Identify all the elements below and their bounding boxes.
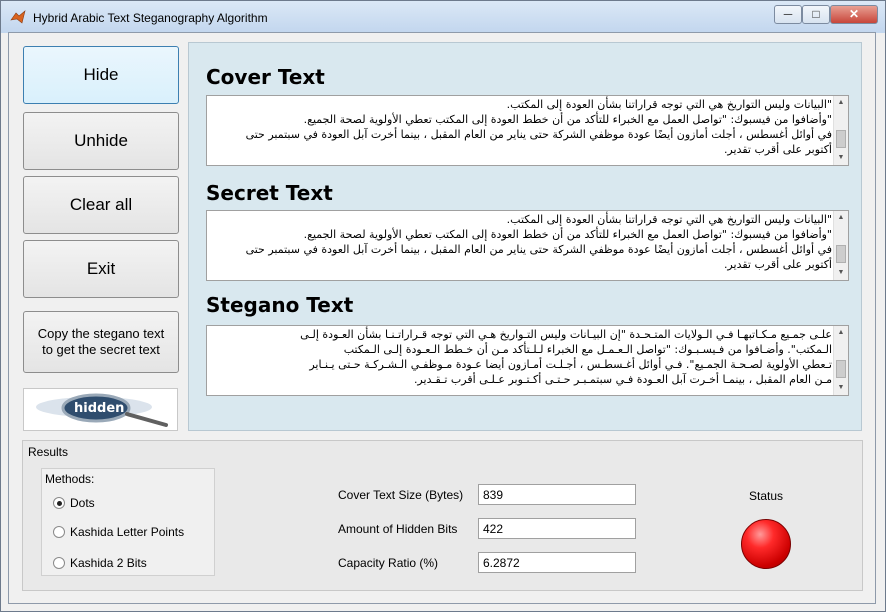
cover-line: في أوائل أغسطس ، أجلت أمازون أيضًا عودة …	[245, 128, 832, 141]
secret-text-title: Secret Text	[206, 181, 333, 205]
text-panel: Cover Text "البيانات وليس التواريخ هي ال…	[188, 42, 862, 431]
minimize-button[interactable]: ─	[774, 5, 802, 24]
scroll-up-arrow-icon[interactable]: ▲	[834, 96, 848, 110]
secret-line: أكتوبر على أقرب تقدير.	[723, 258, 832, 271]
method-kashida-2-bits-option[interactable]: Kashida 2 Bits	[53, 555, 147, 571]
cover-text-title: Cover Text	[206, 65, 325, 89]
cover-scrollbar[interactable]: ▲ ▼	[833, 96, 848, 165]
method-label: Kashida 2 Bits	[70, 556, 147, 570]
secret-line: في أوائل أغسطس ، أجلت أمازون أيضًا عودة …	[245, 243, 832, 256]
status-indicator-light	[741, 519, 791, 569]
stegano-line: تـعطي الأولوية لصـحـة الجمـيع". فـي أوائ…	[309, 358, 832, 371]
cover-line: "البيانات وليس التواريخ هي التي توجه قرا…	[506, 98, 832, 111]
stegano-line: الـمكتب". وأضـافوا من فـيسـبـوك: "تواصل …	[343, 343, 832, 356]
clear-all-button[interactable]: Clear all	[23, 176, 179, 234]
capacity-ratio-field[interactable]: 6.2872	[478, 552, 636, 573]
matlab-app-icon	[10, 10, 26, 24]
window-title: Hybrid Arabic Text Steganography Algorit…	[33, 11, 268, 25]
cover-line: "وأضافوا من فيسبوك: "تواصل العمل مع الخب…	[303, 113, 832, 126]
secret-scrollbar[interactable]: ▲ ▼	[833, 211, 848, 280]
radio-unselected-icon[interactable]	[53, 526, 65, 538]
methods-title: Methods:	[45, 472, 95, 486]
stegano-line: علـى جمـيع مـكـاتبهـا فـي الـولايات المت…	[300, 328, 832, 341]
scroll-thumb[interactable]	[836, 360, 846, 378]
method-kashida-letter-points-option[interactable]: Kashida Letter Points	[53, 524, 184, 540]
stegano-scrollbar[interactable]: ▲ ▼	[833, 326, 848, 395]
maximize-button[interactable]: □	[802, 5, 830, 24]
exit-button[interactable]: Exit	[23, 240, 179, 298]
radio-selected-icon[interactable]	[53, 497, 65, 509]
stegano-line: مـن العام المقبل ، بينمـا أخـرت آبل العـ…	[413, 373, 832, 386]
logo-text: hidden	[74, 401, 124, 416]
scroll-down-arrow-icon[interactable]: ▼	[834, 151, 848, 165]
methods-group: Methods: Dots Kashida Letter Points Kash…	[41, 468, 215, 576]
scroll-up-arrow-icon[interactable]: ▲	[834, 211, 848, 225]
method-label: Kashida Letter Points	[70, 525, 185, 539]
scroll-up-arrow-icon[interactable]: ▲	[834, 326, 848, 340]
hidden-bits-field[interactable]: 422	[478, 518, 636, 539]
close-button[interactable]: ✕	[830, 5, 878, 24]
scroll-thumb[interactable]	[836, 130, 846, 148]
copy-stegano-button[interactable]: Copy the stegano text to get the secret …	[23, 311, 179, 373]
magnifying-glass-hidden-logo: hidden	[36, 393, 168, 427]
scroll-thumb[interactable]	[836, 245, 846, 263]
hidden-bits-label: Amount of Hidden Bits	[338, 522, 458, 536]
scroll-down-arrow-icon[interactable]: ▼	[834, 266, 848, 280]
cover-text-area[interactable]: "البيانات وليس التواريخ هي التي توجه قرا…	[206, 95, 849, 166]
method-dots-option[interactable]: Dots	[53, 495, 95, 511]
title-bar[interactable]: Hybrid Arabic Text Steganography Algorit…	[1, 1, 885, 33]
results-title: Results	[28, 445, 69, 459]
hide-button[interactable]: Hide	[23, 46, 179, 104]
secret-line: "وأضافوا من فيسبوك: "تواصل العمل مع الخب…	[303, 228, 832, 241]
status-label: Status	[749, 489, 784, 503]
secret-text-area[interactable]: "البيانات وليس التواريخ هي التي توجه قرا…	[206, 210, 849, 281]
scroll-down-arrow-icon[interactable]: ▼	[834, 381, 848, 395]
secret-line: "البيانات وليس التواريخ هي التي توجه قرا…	[506, 213, 832, 226]
cover-line: أكتوبر على أقرب تقدير.	[723, 143, 832, 156]
capacity-ratio-label: Capacity Ratio (%)	[338, 556, 439, 570]
results-panel: Results Methods: Dots Kashida Letter Poi…	[22, 440, 863, 591]
method-label: Dots	[70, 496, 95, 510]
cover-size-label: Cover Text Size (Bytes)	[338, 488, 464, 502]
radio-unselected-icon[interactable]	[53, 557, 65, 569]
cover-size-field[interactable]: 839	[478, 484, 636, 505]
stegano-text-title: Stegano Text	[206, 293, 354, 317]
hidden-logo: hidden	[23, 388, 178, 431]
stegano-text-area[interactable]: علـى جمـيع مـكـاتبهـا فـي الـولايات المت…	[206, 325, 849, 396]
unhide-button[interactable]: Unhide	[23, 112, 179, 170]
